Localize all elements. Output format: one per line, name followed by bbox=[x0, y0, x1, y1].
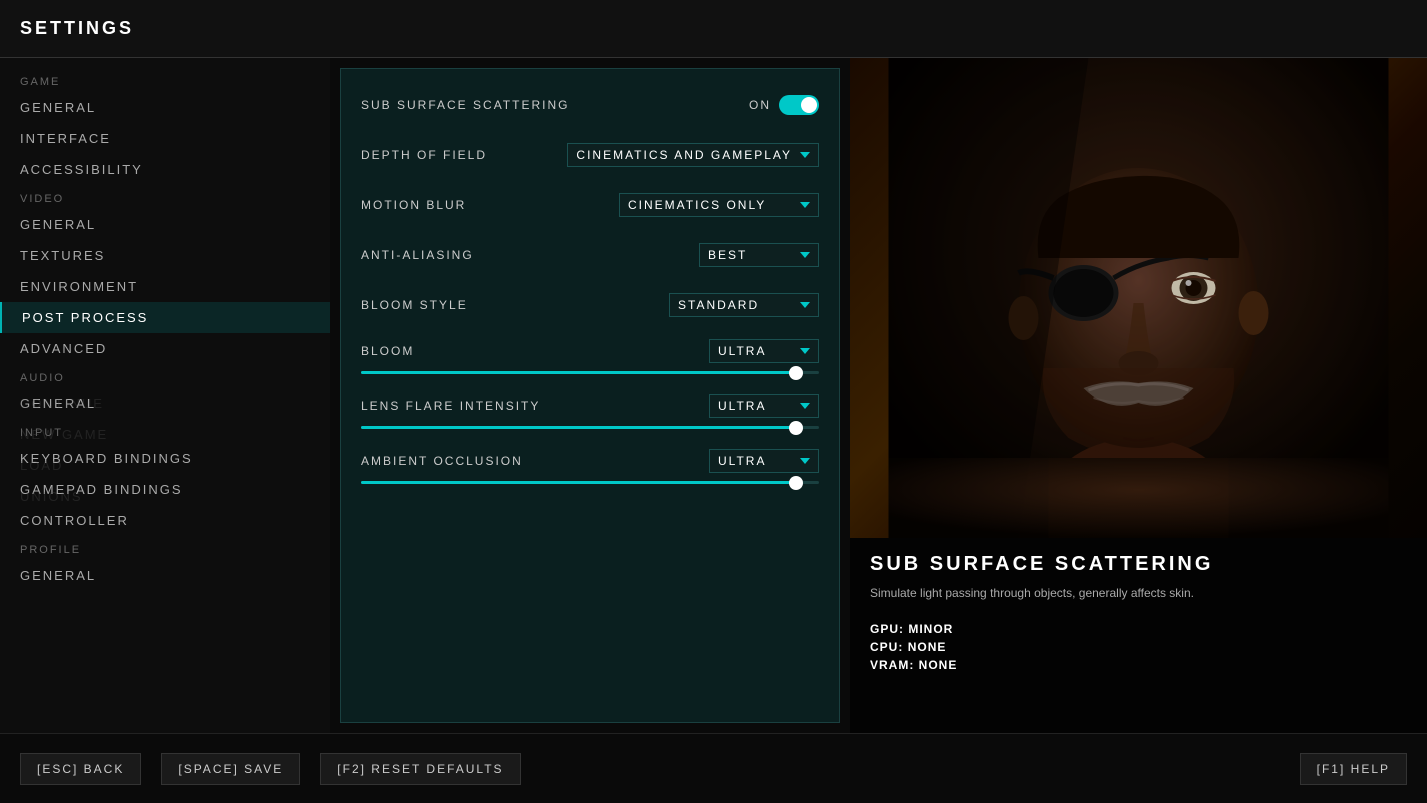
dropdown-aa[interactable]: BEST bbox=[699, 243, 819, 267]
setting-label-dof: DEPTH OF FIELD bbox=[361, 148, 567, 162]
chevron-down-icon-motion-blur bbox=[800, 202, 810, 208]
help-button[interactable]: [F1] HELP bbox=[1300, 753, 1407, 785]
gpu-value: MINOR bbox=[908, 622, 953, 636]
back-button[interactable]: [ESC] BACK bbox=[20, 753, 141, 785]
slider-fill-ao bbox=[361, 481, 796, 484]
dropdown-value-aa: BEST bbox=[708, 248, 792, 262]
bg-menu-unions: UNIONS bbox=[0, 481, 330, 512]
slider-track-bloom[interactable] bbox=[361, 371, 819, 374]
sidebar: GAME GENERAL INTERFACE ACCESSIBILITY VID… bbox=[0, 58, 330, 733]
sidebar-section-game: GAME bbox=[0, 68, 330, 92]
slider-fill-lens-flare bbox=[361, 426, 796, 429]
setting-label-ao: AMBIENT OCCLUSION bbox=[361, 454, 709, 468]
setting-row-bloom-style: BLOOM STYLE STANDARD bbox=[361, 289, 819, 321]
bg-menu-new-game: NEW GAME bbox=[0, 419, 330, 450]
settings-panel: SUB SURFACE SCATTERING ON DEPTH OF FIELD… bbox=[340, 68, 840, 723]
dropdown-value-dof: CINEMATICS AND GAMEPLAY bbox=[576, 148, 792, 162]
chevron-down-icon-dof bbox=[800, 152, 810, 158]
vram-line: VRAM: NONE bbox=[870, 658, 1407, 672]
dropdown-value-motion-blur: CINEMATICS ONLY bbox=[628, 198, 792, 212]
chevron-down-icon-ao bbox=[800, 458, 810, 464]
character-svg bbox=[850, 58, 1427, 538]
vram-label: VRAM: bbox=[870, 658, 914, 672]
chevron-down-icon-bloom bbox=[800, 348, 810, 354]
sidebar-section-profile: PROFILE bbox=[0, 536, 330, 560]
sidebar-item-game-general[interactable]: GENERAL bbox=[0, 92, 330, 123]
info-title: SUB SURFACE SCATTERING bbox=[870, 553, 1407, 576]
setting-label-aa: ANTI-ALIASING bbox=[361, 248, 699, 262]
dropdown-value-bloom: ULTRA bbox=[718, 344, 792, 358]
gpu-line: GPU: MINOR bbox=[870, 622, 1407, 636]
sidebar-item-profile-general[interactable]: GENERAL bbox=[0, 560, 330, 591]
setting-label-lens-flare: LENS FLARE INTENSITY bbox=[361, 399, 709, 413]
save-button[interactable]: [SPACE] SAVE bbox=[161, 753, 300, 785]
setting-label-bloom-style: BLOOM STYLE bbox=[361, 298, 669, 312]
cpu-line: CPU: NONE bbox=[870, 640, 1407, 654]
setting-label-motion-blur: MOTION BLUR bbox=[361, 198, 619, 212]
toggle-sss[interactable]: ON bbox=[749, 95, 819, 115]
setting-row-sss: SUB SURFACE SCATTERING ON bbox=[361, 89, 819, 121]
slider-thumb-bloom[interactable] bbox=[789, 366, 803, 380]
page-title: SETTINGS bbox=[20, 18, 134, 39]
toggle-label-sss: ON bbox=[749, 98, 771, 112]
sidebar-item-video-advanced[interactable]: ADVANCED bbox=[0, 333, 330, 364]
sidebar-section-audio: AUDIO bbox=[0, 364, 330, 388]
setting-label-sss: SUB SURFACE SCATTERING bbox=[361, 98, 749, 112]
cpu-value: NONE bbox=[908, 640, 947, 654]
dropdown-bloom-style[interactable]: STANDARD bbox=[669, 293, 819, 317]
setting-row-bloom: BLOOM ULTRA bbox=[361, 339, 819, 374]
header: SETTINGS bbox=[0, 0, 1427, 58]
dropdown-value-lens-flare: ULTRA bbox=[718, 399, 792, 413]
bg-menu-load: LOAD bbox=[0, 450, 330, 481]
dropdown-dof[interactable]: CINEMATICS AND GAMEPLAY bbox=[567, 143, 819, 167]
slider-track-ao[interactable] bbox=[361, 481, 819, 484]
bg-menu-continue: CONTINUE bbox=[0, 388, 330, 419]
cpu-label: CPU: bbox=[870, 640, 903, 654]
setting-row-lens-flare: LENS FLARE INTENSITY ULTRA bbox=[361, 394, 819, 429]
character-portrait bbox=[850, 58, 1427, 538]
right-panel: SUB SURFACE SCATTERING Simulate light pa… bbox=[850, 58, 1427, 733]
info-panel: SUB SURFACE SCATTERING Simulate light pa… bbox=[850, 538, 1427, 733]
bg-menu: CONTINUE NEW GAME LOAD UNIONS bbox=[0, 388, 330, 512]
main-layout: GAME GENERAL INTERFACE ACCESSIBILITY VID… bbox=[0, 58, 1427, 733]
setting-label-bloom: BLOOM bbox=[361, 344, 709, 358]
dropdown-value-bloom-style: STANDARD bbox=[678, 298, 792, 312]
slider-track-lens-flare[interactable] bbox=[361, 426, 819, 429]
slider-fill-bloom bbox=[361, 371, 796, 374]
dropdown-motion-blur[interactable]: CINEMATICS ONLY bbox=[619, 193, 819, 217]
slider-thumb-lens-flare[interactable] bbox=[789, 421, 803, 435]
bloom-header: BLOOM ULTRA bbox=[361, 339, 819, 363]
setting-row-ao: AMBIENT OCCLUSION ULTRA bbox=[361, 449, 819, 484]
sidebar-item-game-interface[interactable]: INTERFACE bbox=[0, 123, 330, 154]
sidebar-section-video: VIDEO bbox=[0, 185, 330, 209]
dropdown-value-ao: ULTRA bbox=[718, 454, 792, 468]
gpu-info: GPU: MINOR CPU: NONE VRAM: NONE bbox=[870, 622, 1407, 672]
sidebar-item-video-textures[interactable]: TEXTURES bbox=[0, 240, 330, 271]
footer: [ESC] BACK [SPACE] SAVE [F2] RESET DEFAU… bbox=[0, 733, 1427, 803]
info-description: Simulate light passing through objects, … bbox=[870, 584, 1407, 602]
chevron-down-icon-aa bbox=[800, 252, 810, 258]
vram-value: NONE bbox=[919, 658, 958, 672]
setting-row-dof: DEPTH OF FIELD CINEMATICS AND GAMEPLAY bbox=[361, 139, 819, 171]
dropdown-lens-flare[interactable]: ULTRA bbox=[709, 394, 819, 418]
toggle-track-sss[interactable] bbox=[779, 95, 819, 115]
sidebar-item-video-post-process[interactable]: POST PROCESS bbox=[0, 302, 330, 333]
dropdown-ao[interactable]: ULTRA bbox=[709, 449, 819, 473]
dropdown-bloom[interactable]: ULTRA bbox=[709, 339, 819, 363]
sidebar-item-video-general[interactable]: GENERAL bbox=[0, 209, 330, 240]
footer-right: [F1] HELP bbox=[1300, 753, 1407, 785]
gpu-label: GPU: bbox=[870, 622, 904, 636]
setting-row-aa: ANTI-ALIASING BEST bbox=[361, 239, 819, 271]
sidebar-item-game-accessibility[interactable]: ACCESSIBILITY bbox=[0, 154, 330, 185]
toggle-thumb-sss bbox=[801, 97, 817, 113]
chevron-down-icon-bloom-style bbox=[800, 302, 810, 308]
lens-flare-header: LENS FLARE INTENSITY ULTRA bbox=[361, 394, 819, 418]
reset-defaults-button[interactable]: [F2] RESET DEFAULTS bbox=[320, 753, 520, 785]
sidebar-item-video-environment[interactable]: ENVIRONMENT bbox=[0, 271, 330, 302]
ao-header: AMBIENT OCCLUSION ULTRA bbox=[361, 449, 819, 473]
setting-row-motion-blur: MOTION BLUR CINEMATICS ONLY bbox=[361, 189, 819, 221]
chevron-down-icon-lens-flare bbox=[800, 403, 810, 409]
slider-thumb-ao[interactable] bbox=[789, 476, 803, 490]
